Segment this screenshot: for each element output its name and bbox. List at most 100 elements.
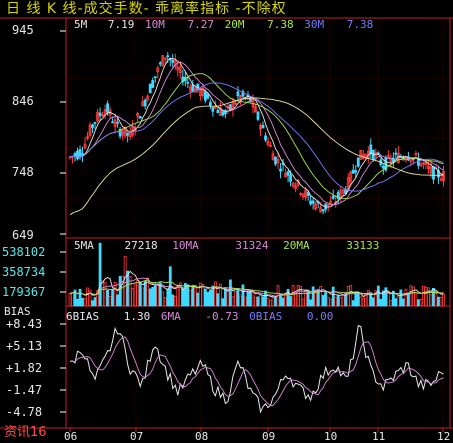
volume-bar — [336, 294, 340, 307]
volume-bar — [133, 283, 137, 307]
volume-tick-358734: 358734 — [2, 265, 46, 279]
volume-ma-legend: 5MA 27218 10MA 31324 20MA 33133 — [74, 240, 379, 251]
candle-down — [153, 76, 157, 79]
volume-bar — [173, 295, 177, 307]
volume-bar — [221, 298, 225, 307]
volume-bar — [191, 284, 195, 307]
bias-tick-minus-1.47: -1.47 — [6, 383, 43, 397]
volume-bar — [319, 285, 323, 307]
candlestick-series — [68, 51, 445, 215]
volume-bar — [394, 298, 398, 307]
ma20-value: 7.38 — [267, 18, 294, 31]
candle-down — [111, 121, 115, 124]
ma5-label: 5M — [74, 18, 88, 31]
candle-down — [356, 157, 360, 167]
volume-bar — [216, 293, 220, 307]
volume-bar — [346, 286, 350, 307]
volume-bar — [78, 288, 82, 307]
volume-bar — [108, 296, 112, 307]
volume-tick-538102: 538102 — [2, 245, 46, 259]
candle-down — [81, 153, 84, 156]
volume-bar — [101, 280, 104, 307]
volume-bar — [331, 286, 335, 307]
volume-bar — [143, 280, 147, 307]
volume-bar — [208, 289, 212, 307]
volume-bar — [171, 294, 175, 307]
candle-down — [208, 101, 212, 106]
volume-bar — [261, 296, 265, 307]
volume-bar — [404, 288, 408, 307]
candle-down — [143, 99, 147, 107]
candle-down — [206, 93, 210, 99]
vol-ma5-label: 5MA — [74, 239, 94, 252]
volume-bar — [326, 296, 330, 307]
vol-ma10-label: 10MA — [172, 239, 199, 252]
volume-bar — [351, 300, 355, 307]
bias-tick-minus-4.78: -4.78 — [6, 405, 43, 419]
volume-bar — [103, 281, 107, 307]
volume-bar — [123, 255, 127, 307]
x-tick-12: 12 — [437, 430, 451, 443]
candle-down — [286, 171, 290, 176]
chart-canvas[interactable] — [0, 0, 453, 443]
volume-bar — [166, 288, 170, 307]
volume-bar — [91, 300, 94, 307]
bias-tick-8.43: +8.43 — [6, 317, 43, 331]
volume-bar — [281, 297, 285, 307]
volume-bar — [354, 293, 358, 307]
candle-down — [274, 156, 277, 165]
volume-bar — [439, 296, 443, 307]
bias-lines — [69, 324, 444, 414]
bias-legend: 6BIAS 1.30 6MA -0.73 0BIAS 0.00 — [66, 311, 333, 322]
bias-tick-1.82: +1.82 — [6, 361, 43, 375]
bias-6ma-value: -0.73 — [205, 310, 239, 323]
candle-down — [394, 152, 398, 155]
volume-bar — [389, 299, 393, 307]
candle-down — [381, 165, 385, 169]
volume-bar — [356, 291, 360, 307]
volume-bar — [306, 289, 310, 307]
x-tick-10: 10 — [324, 430, 338, 443]
x-tick-11: 11 — [372, 430, 386, 443]
volume-bar — [361, 298, 365, 307]
volume-bar — [422, 285, 425, 307]
volume-bar — [181, 288, 185, 307]
volume-bar — [76, 298, 79, 307]
candle-down — [186, 81, 190, 84]
volume-bar — [224, 287, 227, 307]
ma30-line — [69, 82, 444, 192]
volume-bar — [163, 297, 167, 307]
volume-bar — [256, 296, 260, 307]
volume-bar — [417, 299, 420, 307]
candle-down — [211, 106, 215, 112]
volume-bar — [329, 298, 333, 307]
volume-bar — [301, 298, 305, 307]
volume-bar — [193, 285, 197, 307]
volume-bar — [296, 285, 300, 307]
volume-bar — [271, 297, 275, 307]
volume-bar — [126, 270, 130, 307]
volume-bar — [203, 288, 207, 307]
candle-down — [106, 103, 109, 113]
candle-down — [264, 135, 267, 141]
volume-bar — [254, 296, 257, 307]
bias-6bias-value: 1.30 — [123, 310, 151, 323]
volume-bar — [324, 292, 328, 307]
volume-bar — [349, 285, 353, 307]
price-tick-748: 748 — [12, 165, 34, 179]
volume-bar — [321, 294, 325, 307]
candle-down — [78, 149, 82, 157]
bias-6ma-label: 6MA — [160, 310, 181, 323]
volume-bar — [116, 294, 120, 307]
volume-bar — [118, 275, 122, 307]
candle-down — [203, 91, 207, 101]
x-tick-06: 06 — [64, 430, 78, 443]
volume-bar — [259, 294, 262, 307]
candle-down — [351, 169, 355, 174]
candle-down — [116, 121, 120, 124]
candle-down — [309, 200, 313, 205]
volume-bar — [289, 296, 292, 307]
volume-bar — [231, 296, 235, 307]
volume-bar — [401, 298, 405, 307]
volume-bar — [188, 290, 192, 307]
